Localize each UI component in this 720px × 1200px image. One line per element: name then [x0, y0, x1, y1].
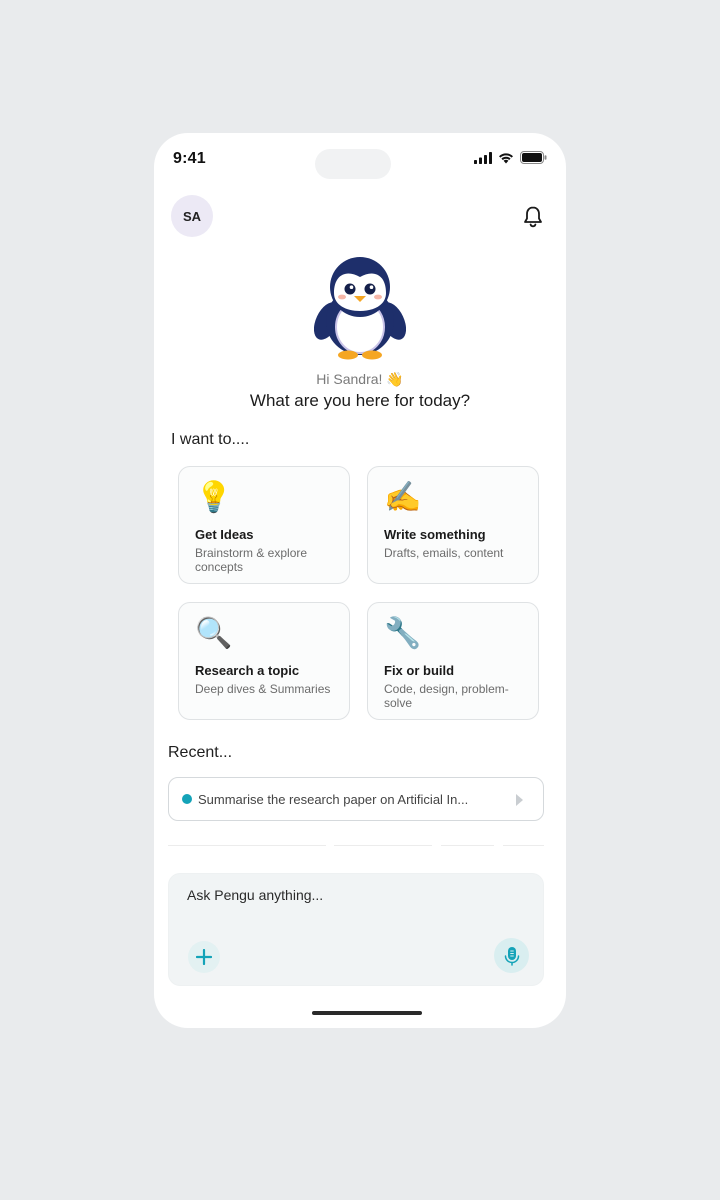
- status-icons: [474, 151, 547, 164]
- card-write-something[interactable]: ✍️ Write something Drafts, emails, conte…: [367, 466, 539, 584]
- cellular-signal-icon: [474, 151, 492, 164]
- phone-screen: 9:41 SA Hi Sandra! 👋 What are you here f…: [154, 133, 566, 1028]
- penguin-icon: [313, 257, 407, 360]
- plus-icon: [196, 949, 212, 965]
- card-research-topic[interactable]: 🔍 Research a topic Deep dives & Summarie…: [178, 602, 350, 720]
- writing-hand-icon: ✍️: [384, 481, 422, 514]
- recent-item-text: Summarise the research paper on Artifici…: [198, 792, 469, 807]
- battery-icon: [520, 151, 547, 164]
- notifications-button[interactable]: [522, 205, 544, 229]
- wrench-icon: 🔧: [384, 617, 422, 650]
- chat-composer: [168, 873, 544, 986]
- card-subtitle: Code, design, problem-solve: [384, 682, 509, 710]
- card-get-ideas[interactable]: 💡 Get Ideas Brainstorm & explore concept…: [178, 466, 350, 584]
- card-subtitle: Deep dives & Summaries: [195, 682, 331, 696]
- microphone-icon: [504, 946, 519, 966]
- card-title: Fix or build: [384, 663, 455, 678]
- card-title: Research a topic: [195, 663, 300, 678]
- penguin-mascot: [313, 251, 407, 361]
- divider: [441, 845, 494, 846]
- dynamic-island: [315, 149, 391, 179]
- card-title: Get Ideas: [195, 527, 254, 542]
- ask-input[interactable]: [185, 886, 509, 904]
- status-dot-icon: [182, 794, 192, 804]
- divider: [168, 845, 326, 846]
- card-title: Write something: [384, 527, 486, 542]
- status-time: 9:41: [173, 150, 206, 167]
- recent-item[interactable]: Summarise the research paper on Artifici…: [168, 777, 544, 821]
- card-subtitle: Drafts, emails, content: [384, 546, 504, 560]
- divider: [503, 845, 544, 846]
- intents-title: I want to....: [171, 431, 250, 448]
- greeting-text: Hi Sandra! 👋: [316, 371, 404, 387]
- magnifying-glass-icon: 🔍: [195, 617, 233, 650]
- add-attachment-button[interactable]: [188, 941, 220, 973]
- bell-icon: [524, 206, 542, 228]
- prompt-question: What are you here for today?: [249, 391, 471, 410]
- home-indicator[interactable]: [312, 1011, 422, 1015]
- chevron-right-icon: [516, 794, 523, 806]
- card-fix-or-build[interactable]: 🔧 Fix or build Code, design, problem-sol…: [367, 602, 539, 720]
- recent-title: Recent...: [168, 744, 233, 761]
- divider: [334, 845, 432, 846]
- avatar[interactable]: SA: [171, 195, 213, 237]
- voice-input-button[interactable]: [494, 938, 529, 973]
- card-subtitle: Brainstorm & explore concepts: [195, 546, 308, 574]
- lightbulb-icon: 💡: [195, 481, 233, 514]
- wifi-icon: [499, 152, 513, 163]
